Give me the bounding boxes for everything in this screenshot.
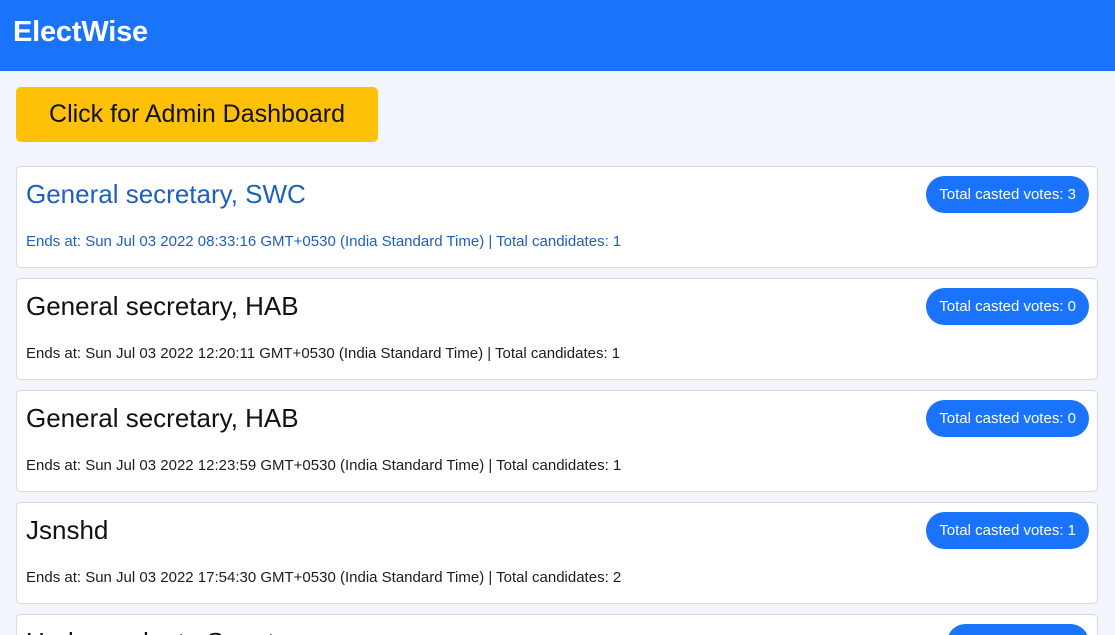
votes-badge: Total casted votes: 0 [926,288,1089,325]
election-meta: Ends at: Sun Jul 03 2022 08:33:16 GMT+05… [26,233,622,250]
votes-badge: Total casted votes: 1 [926,512,1089,549]
election-title: General secretary, HAB [26,403,299,433]
election-title: General secretary, HAB [26,291,299,321]
election-card[interactable]: Undergraduate Senator [16,614,1098,635]
election-title: General secretary, SWC [26,179,306,209]
election-title: Undergraduate Senator [26,626,298,635]
election-meta: Ends at: Sun Jul 03 2022 17:54:30 GMT+05… [26,569,622,586]
election-card[interactable]: General secretary, SWC Total casted vote… [16,166,1098,268]
election-card[interactable]: Jsnshd Total casted votes: 1 Ends at: Su… [16,502,1098,604]
election-card[interactable]: General secretary, HAB Total casted vote… [16,390,1098,492]
election-card[interactable]: General secretary, HAB Total casted vote… [16,278,1098,380]
votes-badge: Total casted votes: 3 [926,176,1089,213]
navbar: ElectWise [0,0,1115,71]
votes-badge [947,624,1089,635]
brand-title[interactable]: ElectWise [13,14,148,50]
admin-dashboard-button[interactable]: Click for Admin Dashboard [16,87,378,142]
election-meta: Ends at: Sun Jul 03 2022 12:23:59 GMT+05… [26,457,622,474]
election-title: Jsnshd [26,515,109,545]
votes-badge: Total casted votes: 0 [926,400,1089,437]
election-meta: Ends at: Sun Jul 03 2022 12:20:11 GMT+05… [26,345,621,362]
